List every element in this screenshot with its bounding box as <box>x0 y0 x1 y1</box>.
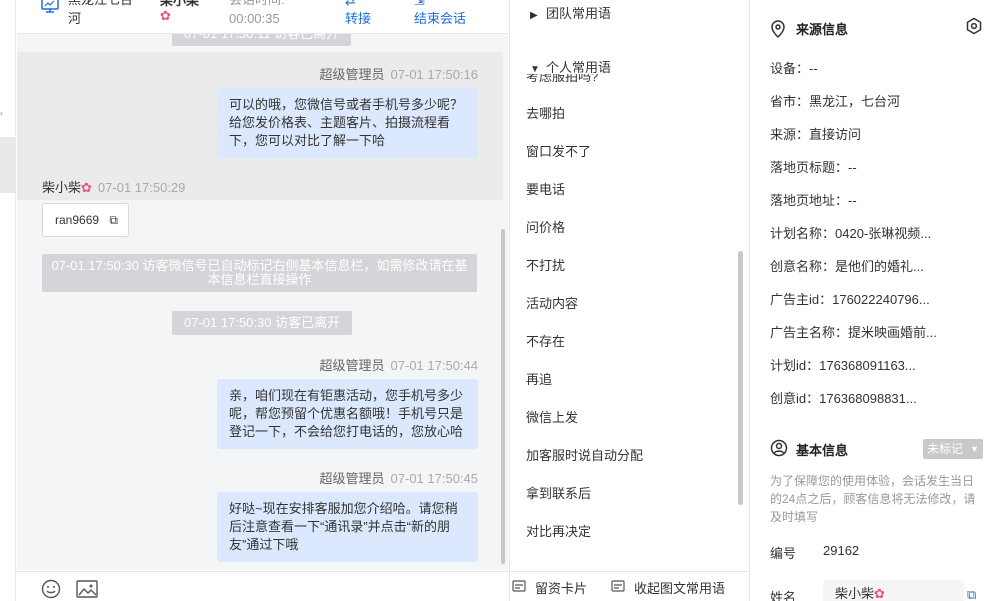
info-row-landing-url: 落地页地址：-- <box>770 193 857 208</box>
visitor-info-panel: 来源信息 设备：-- 省市：黑龙江，七台河 来源：直接访问 落地页标题：-- 落… <box>749 0 988 601</box>
info-row-creative-name: 创意名称：是他们的婚礼... <box>770 259 924 274</box>
phrase-item[interactable]: 活动内容 <box>526 295 578 313</box>
number-value: 29162 <box>823 543 860 558</box>
tag-select-value: 未标记 <box>927 442 964 456</box>
monitor-icon <box>41 0 59 19</box>
info-row-device: 设备：-- <box>770 61 818 76</box>
sender-name: 超级管理员 <box>319 471 385 486</box>
number-label: 编号 <box>770 546 797 561</box>
info-row-advertiser-name: 广告主名称：提米映画婚前... <box>770 325 937 340</box>
agent-message-bubble: 亲，咱们现在有钜惠活动，您手机号多少呢，帮您预留个优惠名额哦！手机号只是登记一下… <box>217 379 478 449</box>
copy-icon[interactable]: ⧉ <box>109 204 118 236</box>
agent-message-bubble: 可以的哦，您微信号或者手机号多少呢？给您发价格表、主题客片、拍摄流程看下，您可以… <box>217 88 478 158</box>
fold-phrases-button[interactable]: 收起图文常用语 <box>634 578 725 597</box>
basic-info-title: 基本信息 <box>796 443 849 458</box>
location-pin-icon <box>770 20 786 41</box>
info-row-region: 省市：黑龙江，七台河 <box>770 94 901 109</box>
session-time: 00:00:35 <box>229 11 280 26</box>
name-label: 姓名 <box>770 590 797 601</box>
message-time: 07-01 17:50:45 <box>390 471 478 486</box>
phrase-item-clipped[interactable]: 考虑服拍吗? <box>526 74 726 84</box>
phrases-footer: 留资卡片 收起图文常用语 <box>510 571 749 601</box>
chat-workspace: ‹ 黑龙江七台 河 柴小柴 ✿ 会话时间: 00:00:35 ⇄ 转接 ⇲ 结束… <box>0 0 988 601</box>
flower-emoji-icon: ✿ <box>160 8 171 23</box>
visitor-region-line1: 黑龙江七台 <box>68 0 133 9</box>
emoji-icon[interactable] <box>41 579 61 601</box>
end-session-button[interactable]: 结束会话 <box>414 10 466 28</box>
system-notice: 07-01 17:50:30 访客微信号已自动标记右侧基本信息栏，如需修改请在基… <box>42 254 477 292</box>
phrase-item[interactable]: 要电话 <box>526 181 565 199</box>
name-input-value: 柴小柴 <box>835 586 875 601</box>
edit-hint: 为了保障您的使用体验，会话发生当日的24点之后，顾客信息将无法修改，请及时填写 <box>770 474 976 524</box>
phrase-item[interactable]: 不存在 <box>526 333 565 351</box>
transfer-icon[interactable]: ⇄ <box>345 0 356 10</box>
flower-emoji-icon: ✿ <box>81 180 92 195</box>
phrase-item[interactable]: 不打扰 <box>526 257 565 275</box>
image-icon[interactable] <box>76 580 98 601</box>
user-circle-icon <box>770 439 788 460</box>
sender-name: 柴小柴 <box>42 180 82 195</box>
name-input[interactable]: 柴小柴✿ <box>823 580 964 601</box>
message-meta: 超级管理员 07-01 17:50:45 <box>320 468 478 487</box>
phrase-item[interactable]: 微信上发 <box>526 409 578 427</box>
group-label: 团队常用语 <box>546 6 612 21</box>
input-toolbar <box>17 571 508 601</box>
caret-right-icon: ▶ <box>530 10 538 21</box>
sender-name: 超级管理员 <box>319 67 385 82</box>
flower-emoji-icon: ✿ <box>874 586 885 601</box>
transfer-button[interactable]: 转接 <box>345 10 371 28</box>
conversation-list-edge[interactable]: ‹ <box>0 0 16 601</box>
card-icon[interactable] <box>512 579 526 596</box>
end-session-icon[interactable]: ⇲ <box>414 0 425 10</box>
system-pill: 07-01 17:50:30 访客已离开 <box>172 311 353 335</box>
tag-select[interactable]: 未标记 ▼ <box>923 439 983 459</box>
lead-card-button[interactable]: 留资卡片 <box>535 578 587 597</box>
phrase-item[interactable]: 拿到联系后 <box>526 485 591 503</box>
info-row-plan-id: 计划id：176368091163... <box>770 358 916 373</box>
visitor-message-card[interactable]: ran9669 ⧉ <box>42 203 129 237</box>
message-time: 07-01 17:50:29 <box>97 180 186 195</box>
phrase-item[interactable]: 窗口发不了 <box>526 143 591 161</box>
session-header: 黑龙江七台 河 柴小柴 ✿ 会话时间: 00:00:35 ⇄ 转接 ⇲ 结束会话 <box>17 0 508 34</box>
copy-icon[interactable]: ⧉ <box>967 587 976 601</box>
info-row-source: 来源：直接访问 <box>770 127 862 142</box>
info-row-plan-name: 计划名称：0420-张琳视频... <box>770 226 932 241</box>
agent-message-bubble: 好哒~现在安排客服加您介绍哈。请您稍后注意查看一下“通讯录”并点击“新的朋友”通… <box>217 492 478 562</box>
selected-conversation-indicator[interactable] <box>0 137 16 193</box>
edge-glyph: ‹ <box>0 108 3 118</box>
phrase-item-label: 考虑服拍吗? <box>526 74 599 84</box>
message-time: 07-01 17:50:16 <box>390 67 478 82</box>
session-time-label: 会话时间: <box>229 0 285 9</box>
chat-scrollbar[interactable] <box>501 229 505 564</box>
system-pill: 07-01 17:50:11 访客已离开 <box>172 34 352 46</box>
settings-hex-icon[interactable] <box>965 17 983 38</box>
chat-history[interactable]: 07-01 17:50:11 访客已离开 超级管理员 07-01 17:50:16… <box>17 34 508 570</box>
team-phrases-group[interactable]: ▶ 团队常用语 <box>530 3 611 22</box>
message-meta: 超级管理员 07-01 17:50:16 <box>320 64 478 83</box>
card-text: ran9669 <box>55 213 100 227</box>
info-row-advertiser-id: 广告主id：176022240796... <box>770 292 930 307</box>
phrase-item[interactable]: 对比再决定 <box>526 523 591 541</box>
quick-phrases-panel: ▶ 团队常用语 ▼ 个人常用语 考虑服拍吗? 去哪拍 窗口发不了 要电话 问价格 不… <box>509 0 749 601</box>
message-meta: 超级管理员 07-01 17:50:44 <box>320 355 478 374</box>
message-time: 07-01 17:50:44 <box>390 358 478 373</box>
info-row-landing-title: 落地页标题：-- <box>770 160 857 175</box>
source-info-title: 来源信息 <box>796 22 849 37</box>
phrase-item[interactable]: 去哪拍 <box>526 105 565 123</box>
sender-name: 超级管理员 <box>319 358 385 373</box>
visitor-region-line2: 河 <box>68 11 82 26</box>
phrases-scrollbar[interactable] <box>738 251 743 505</box>
visitor-message-meta: 柴小柴✿ 07-01 17:50:29 <box>42 177 185 196</box>
info-row-creative-id: 创意id：176368098831... <box>770 391 917 406</box>
group-label: 个人常用语 <box>546 60 612 75</box>
phrase-item[interactable]: 再追 <box>526 371 552 389</box>
fold-icon[interactable] <box>611 579 625 596</box>
phrase-item[interactable]: 问价格 <box>526 219 565 237</box>
phrase-item[interactable]: 加客服时说自动分配 <box>526 447 643 465</box>
caret-down-icon: ▼ <box>970 444 979 454</box>
